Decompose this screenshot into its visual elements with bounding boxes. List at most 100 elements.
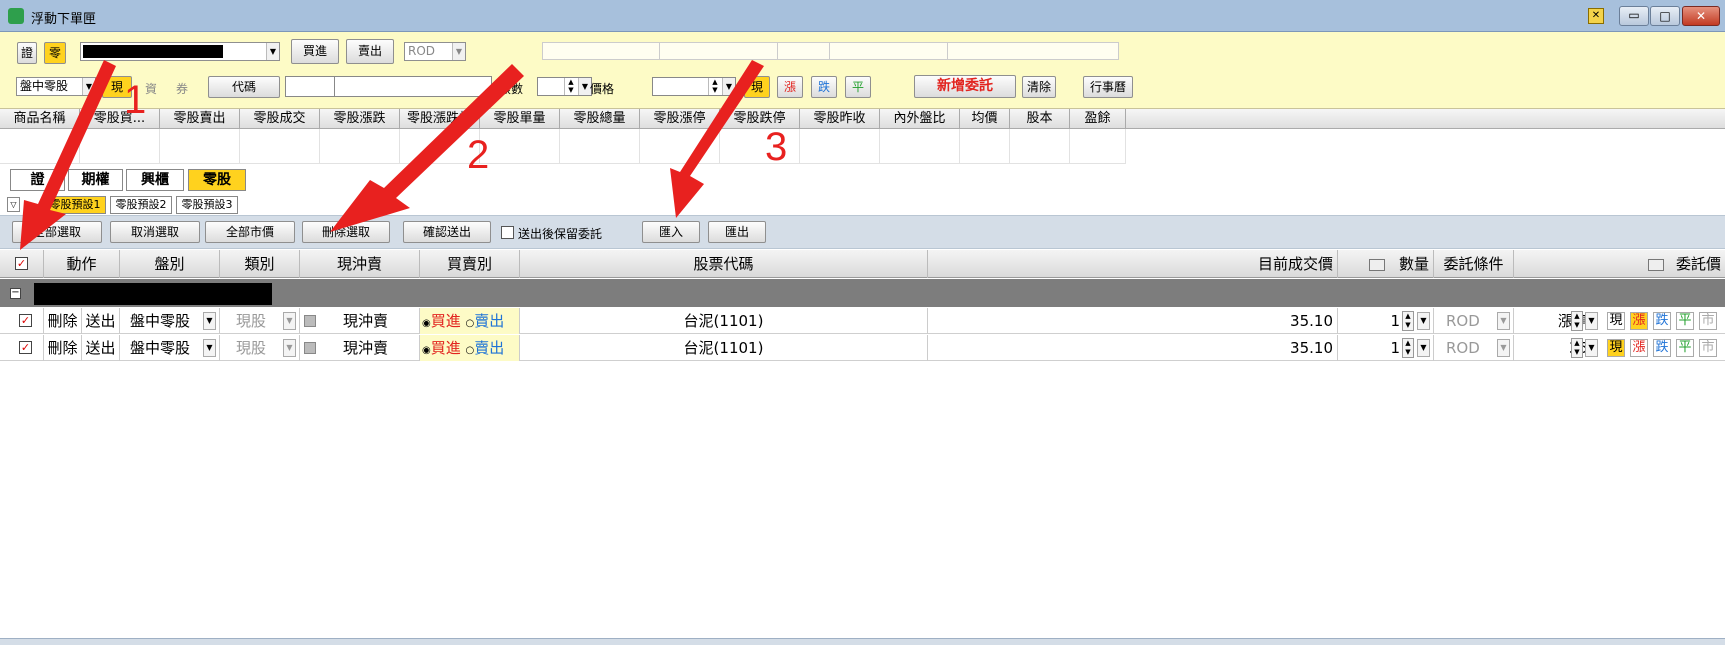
row-stock-code[interactable]: 台泥(1101): [520, 335, 928, 361]
quote-col[interactable]: 零股總量: [560, 109, 640, 129]
tab-odd-lot[interactable]: 零股: [188, 169, 246, 191]
price-up-button[interactable]: 漲: [1630, 312, 1648, 330]
row-checkbox[interactable]: ✓: [19, 341, 32, 354]
quote-col[interactable]: 零股漲跌: [320, 109, 400, 129]
quote-col[interactable]: 商品名稱: [0, 109, 80, 129]
subtab-preset-1[interactable]: 零股預設1: [44, 196, 106, 214]
short-label[interactable]: 券: [176, 80, 188, 97]
price-market-button[interactable]: 市: [1699, 339, 1717, 357]
unselect-button[interactable]: 取消選取: [110, 221, 200, 243]
row-cond-select[interactable]: ROD ▼: [1434, 308, 1514, 334]
quote-col[interactable]: 零股賣出: [160, 109, 240, 129]
new-order-button[interactable]: 新增委託: [914, 75, 1016, 98]
select-all-button[interactable]: 全部選取: [12, 221, 102, 243]
qty-spinner[interactable]: ▲ ▼: [1402, 338, 1414, 358]
edit-icon[interactable]: [1647, 258, 1664, 271]
price-up-button[interactable]: 漲: [777, 76, 803, 98]
select-all-checkbox[interactable]: ✓: [15, 257, 28, 270]
row-price-cell[interactable]: 35 ▲▼ ▼ 現 漲 跌 平 市: [1514, 335, 1725, 361]
daytrade-checkbox[interactable]: [304, 315, 316, 327]
price-input[interactable]: ▲ ▼ ▼: [652, 77, 736, 96]
quote-col[interactable]: 零股昨收: [800, 109, 880, 129]
row-side-cell[interactable]: ◉買進 ○賣出: [420, 335, 520, 361]
tab-futures-options[interactable]: 期權: [68, 169, 123, 191]
price-down-button[interactable]: 跌: [1653, 312, 1671, 330]
import-button[interactable]: 匯入: [642, 221, 700, 243]
select-all-col[interactable]: ✓: [0, 250, 44, 278]
subtab-preset-3[interactable]: 零股預設3: [176, 196, 238, 214]
daytrade-checkbox[interactable]: [304, 342, 316, 354]
quote-col[interactable]: 零股單量: [480, 109, 560, 129]
row-buy-label[interactable]: 買進: [431, 312, 461, 330]
rod-select[interactable]: ROD ▼: [404, 42, 466, 61]
row-cond-select[interactable]: ROD ▼: [1434, 335, 1514, 361]
export-button[interactable]: 匯出: [708, 221, 766, 243]
session-select[interactable]: 盤中零股 ▼: [16, 77, 96, 96]
price-up-button[interactable]: 漲: [1630, 339, 1648, 357]
col-last[interactable]: 目前成交價: [928, 250, 1338, 278]
price-cash-button[interactable]: 現: [1607, 339, 1625, 357]
chevron-down-icon[interactable]: ▼: [1585, 339, 1598, 357]
col-price[interactable]: 委託價: [1514, 250, 1725, 278]
buy-button[interactable]: 買進: [291, 39, 339, 64]
price-down-button[interactable]: 跌: [1653, 339, 1671, 357]
quote-col[interactable]: 盈餘: [1070, 109, 1126, 129]
row-send-button[interactable]: 送出: [82, 308, 120, 334]
quote-col[interactable]: 股本: [1010, 109, 1070, 129]
row-delete-button[interactable]: 刪除: [44, 308, 82, 334]
chevron-down-icon[interactable]: ▼: [1585, 312, 1598, 330]
quote-col[interactable]: 零股跌停: [720, 109, 800, 129]
qty-spinner[interactable]: ▲ ▼: [1402, 311, 1414, 331]
account-select[interactable]: ▼: [80, 42, 280, 61]
price-market-button[interactable]: 市: [1699, 312, 1717, 330]
col-action[interactable]: 動作: [44, 250, 120, 278]
qty-input[interactable]: ▲ ▼ ▼: [537, 77, 592, 96]
row-session-select[interactable]: 盤中零股 ▼: [120, 308, 220, 334]
row-session-select[interactable]: 盤中零股 ▼: [120, 335, 220, 361]
row-qty-input[interactable]: 1 ▲ ▼ ▼: [1338, 335, 1434, 361]
quote-col[interactable]: 內外盤比: [880, 109, 960, 129]
keep-after-send-checkbox[interactable]: [501, 226, 514, 239]
quote-col[interactable]: 零股漲跌幅: [400, 109, 480, 129]
row-type-select[interactable]: 現股 ▼: [220, 335, 300, 361]
tab-securities[interactable]: 證: [10, 169, 65, 191]
row-select-cell[interactable]: ✓: [0, 308, 44, 334]
finance-label[interactable]: 資: [145, 80, 157, 97]
col-cond[interactable]: 委託條件: [1434, 250, 1514, 278]
cash-toggle[interactable]: 現: [102, 76, 132, 98]
price-flat-button[interactable]: 平: [1676, 312, 1694, 330]
quote-col[interactable]: 零股買...: [80, 109, 160, 129]
row-side-cell[interactable]: ◉買進 ○賣出: [420, 308, 520, 334]
col-qty[interactable]: 數量: [1338, 250, 1434, 278]
chevron-down-icon[interactable]: ▼: [1417, 339, 1430, 357]
row-price-cell[interactable]: 漲停 ▲▼ ▼ 現 漲 跌 平 市: [1514, 308, 1725, 334]
col-side[interactable]: 買賣別: [420, 250, 520, 278]
sell-button[interactable]: 賣出: [346, 39, 394, 64]
row-send-button[interactable]: 送出: [82, 335, 120, 361]
odd-lot-toggle[interactable]: 零: [44, 42, 66, 64]
buy-radio-icon[interactable]: ◉: [422, 318, 431, 329]
stock-name-input[interactable]: [334, 76, 492, 97]
edit-icon[interactable]: [1368, 258, 1385, 271]
tab-emerging[interactable]: 興櫃: [126, 169, 184, 191]
collapse-group-icon[interactable]: −: [10, 288, 21, 299]
col-session[interactable]: 盤別: [120, 250, 220, 278]
price-flat-button[interactable]: 平: [845, 76, 871, 98]
delete-selected-button[interactable]: 刪除選取: [302, 221, 390, 243]
securities-toggle[interactable]: 證: [17, 42, 37, 64]
row-stock-code[interactable]: 台泥(1101): [520, 308, 928, 334]
minimize-button[interactable]: ▭: [1619, 6, 1649, 26]
row-daytrade-cell[interactable]: 現沖賣: [300, 335, 420, 361]
price-spinner[interactable]: ▲ ▼: [1571, 311, 1583, 331]
row-type-select[interactable]: 現股 ▼: [220, 308, 300, 334]
price-flat-button[interactable]: 平: [1676, 339, 1694, 357]
calendar-button[interactable]: 行事曆: [1083, 76, 1133, 98]
price-down-button[interactable]: 跌: [811, 76, 837, 98]
col-code[interactable]: 股票代碼: [520, 250, 928, 278]
price-cash-button[interactable]: 現: [1607, 312, 1625, 330]
maximize-button[interactable]: □: [1650, 6, 1680, 26]
confirm-send-button[interactable]: 確認送出: [403, 221, 491, 243]
quote-col[interactable]: 零股成交: [240, 109, 320, 129]
col-type[interactable]: 類別: [220, 250, 300, 278]
price-spinner[interactable]: ▲ ▼: [1571, 338, 1583, 358]
